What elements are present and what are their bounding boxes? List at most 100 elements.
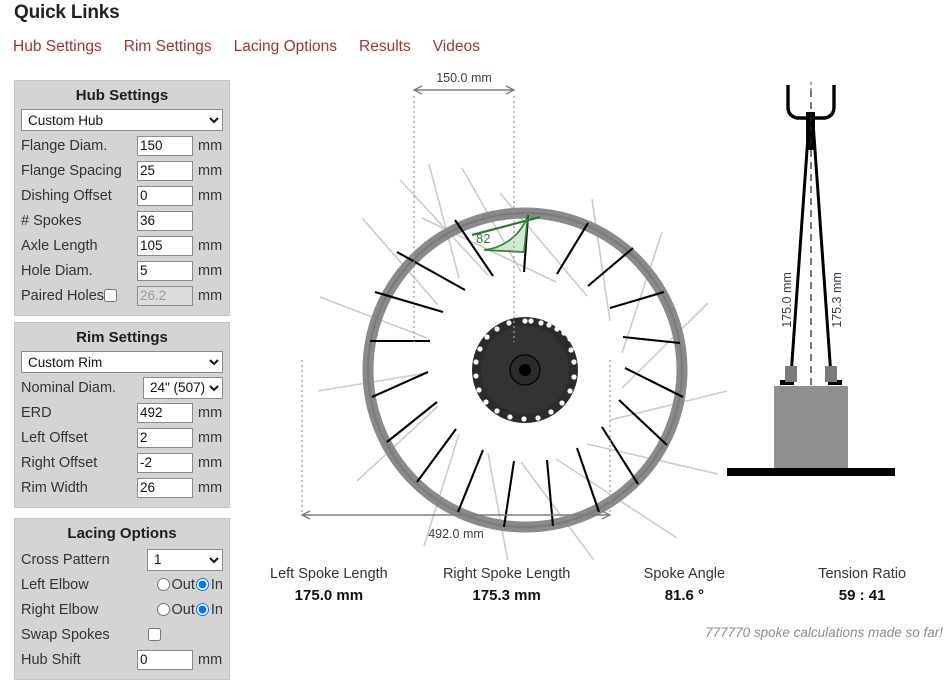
rim-width-input[interactable] [137,477,193,498]
swap-spokes-label: Swap Spokes [21,626,110,643]
left-elbow-in-option[interactable]: In [195,577,223,593]
calculation-counter: 777770 spoke calculations made so far! [705,625,943,640]
hub-shift-label: Hub Shift [21,651,81,668]
hub-field-dishing-offset: Dishing Offset mm [21,183,223,208]
nav-link-hub-settings[interactable]: Hub Settings [13,38,102,56]
hub-field-label: Hole Diam. [21,262,93,279]
hub-field-label: Flange Diam. [21,137,108,154]
hole-diam-input[interactable] [137,260,193,281]
axle-bar [727,468,895,476]
result-value: 175.3 mm [472,587,541,604]
right-flange-tab [825,366,837,382]
result-value: 81.6 ° [664,587,705,604]
front-view-group: 82 150.0 mm 492.0 mm [300,71,728,576]
rim-field-unit: mm [198,454,223,471]
left-elbow-radio-group: Out In [156,576,223,593]
hub-field-num-spokes: # Spokes [21,208,223,233]
lacing-field-left-elbow: Left Elbow Out In [21,572,223,597]
rim-field-rim-width: Rim Width mm [21,475,223,500]
hub-field-axle-length: Axle Length mm [21,233,223,258]
right-elbow-out-label: Out [171,601,195,618]
axle-length-input[interactable] [137,235,193,256]
hub-field-unit: mm [198,137,223,154]
rim-field-unit: mm [198,404,223,421]
right-elbow-out-option[interactable]: Out [156,601,195,618]
lacing-field-right-elbow: Right Elbow Out In [21,597,223,622]
left-elbow-out-radio[interactable] [156,578,170,591]
erd-input[interactable] [137,402,193,423]
hub-shift-input[interactable] [137,649,193,670]
quick-links-nav: Hub Settings Rim Settings Lacing Options… [13,38,480,56]
swap-spokes-checkbox[interactable] [148,628,161,641]
paired-holes-input [137,285,193,306]
results-row: Left Spoke Length 175.0 mm Right Spoke L… [240,566,951,604]
left-elbow-out-label: Out [171,576,195,593]
rim-field-right-offset: Right Offset mm [21,450,223,475]
rim-field-left-offset: Left Offset mm [21,425,223,450]
result-tension-ratio: Tension Ratio 59 : 41 [773,566,951,604]
hub-field-hole-diam: Hole Diam. mm [21,258,223,283]
lacing-field-hub-shift: Hub Shift mm [21,647,223,672]
result-spoke-angle: Spoke Angle 81.6 ° [596,566,774,604]
nav-link-rim-settings[interactable]: Rim Settings [124,38,212,56]
num-spokes-input[interactable] [137,210,193,231]
rim-preset-select[interactable]: Custom Rim [21,351,223,373]
cross-pattern-label: Cross Pattern [21,551,110,568]
right-spoke-path [811,121,836,384]
hub-field-flange-diam: Flange Diam. mm [21,133,223,158]
left-spoke-length-dim-text: 175.0 mm [780,272,794,328]
nav-link-lacing-options[interactable]: Lacing Options [234,38,337,56]
rim-field-label: Left Offset [21,429,88,446]
rim-settings-title: Rim Settings [76,329,168,346]
rim-field-unit: mm [198,479,223,496]
hub-field-label: # Spokes [21,212,82,229]
left-elbow-in-radio[interactable] [195,578,209,591]
hub-preset-select[interactable]: Custom Hub [21,109,223,131]
lacing-options-panel: Lacing Options Cross Pattern 1 Left Elbo… [14,518,230,680]
rim-field-label: Right Offset [21,454,98,471]
nominal-diam-select[interactable]: 24" (507) [143,376,223,399]
hub-field-label: Axle Length [21,237,98,254]
left-offset-input[interactable] [137,427,193,448]
lacing-field-swap-spokes: Swap Spokes [21,622,223,647]
page-title: Quick Links [14,2,120,23]
nominal-diam-label: Nominal Diam. [21,379,117,396]
left-elbow-out-option[interactable]: Out [156,576,195,593]
erd-dim-text: 492.0 mm [428,527,484,541]
hub-body-block [774,386,848,468]
result-right-spoke-length: Right Spoke Length 175.3 mm [418,566,596,604]
right-elbow-in-option[interactable]: In [195,601,223,618]
left-flange-tab [785,366,797,382]
cross-pattern-select[interactable]: 1 [147,548,223,571]
right-elbow-out-radio[interactable] [156,603,170,616]
lacing-field-cross-pattern: Cross Pattern 1 [21,547,223,572]
right-elbow-in-radio[interactable] [195,603,209,616]
result-value: 59 : 41 [838,587,886,604]
rim-field-label: ERD [21,404,52,421]
page-root: Quick Links Hub Settings Rim Settings La… [0,0,951,699]
right-offset-input[interactable] [137,452,193,473]
result-label: Tension Ratio [818,566,907,582]
wheel-diagram-svg: 82 150.0 mm 492.0 mm 175.0 mm 175.3 mm [300,71,895,576]
dishing-offset-input[interactable] [137,185,193,206]
flange-diam-input[interactable] [137,135,193,156]
hub-field-flange-spacing: Flange Spacing mm [21,158,223,183]
lacing-options-title: Lacing Options [67,525,177,542]
result-value: 175.0 mm [294,587,364,604]
wheel-diagrams: 82 150.0 mm 492.0 mm 175.0 mm 175.3 mm [240,60,940,576]
paired-holes-checkbox[interactable] [104,289,118,302]
hub-settings-panel: Hub Settings Custom Hub Flange Diam. mm … [14,80,230,316]
hub-field-label: Flange Spacing [21,162,122,179]
right-elbow-label: Right Elbow [21,601,99,618]
result-label: Right Spoke Length [442,566,571,582]
rim-field-unit: mm [198,429,223,446]
result-label: Left Spoke Length [270,566,388,582]
rim-field-label: Rim Width [21,479,88,496]
cross-section-view-group: 175.0 mm 175.3 mm [727,82,895,476]
hub-field-unit: mm [198,262,223,279]
nav-link-results[interactable]: Results [359,38,411,56]
spoke-angle-badge-text: 82 [476,231,490,246]
nav-link-videos[interactable]: Videos [433,38,480,56]
flange-spacing-input[interactable] [137,160,193,181]
right-elbow-in-label: In [210,601,223,618]
